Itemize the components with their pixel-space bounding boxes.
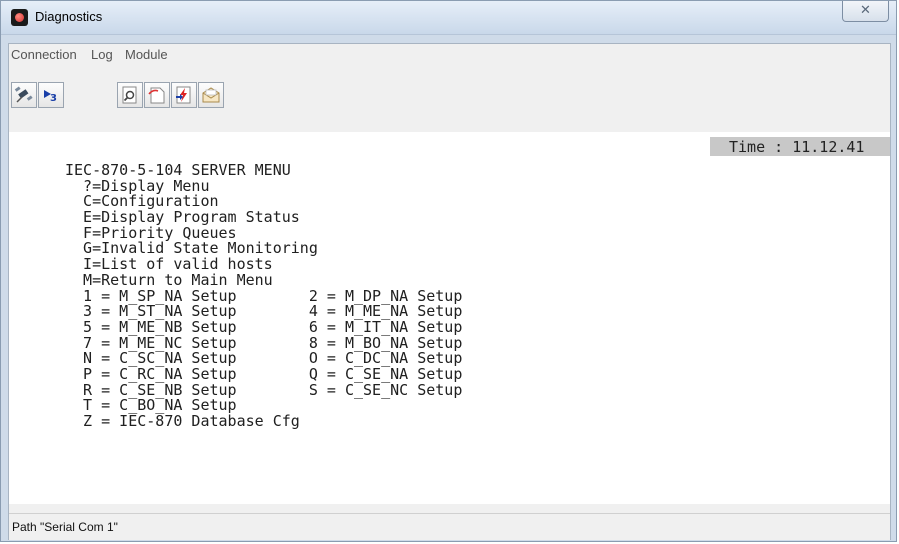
status-path: Path "Serial Com 1" (12, 520, 118, 534)
terminal-output[interactable]: Time : 11.12.41 IEC-870-5-104 SERVER MEN… (9, 132, 890, 504)
toolbar: 3 (9, 66, 890, 128)
dial-connect-icon: 3 (44, 90, 57, 104)
menu-log[interactable]: Log (91, 47, 113, 62)
title-bar[interactable]: Diagnostics ✕ (1, 1, 896, 35)
menu-bar: Connection Log Module (9, 44, 890, 67)
envelope-icon (202, 87, 220, 103)
diagnostics-window: Diagnostics ✕ Connection Log Module 3 Ti… (0, 0, 897, 542)
client-area: Connection Log Module 3 Time: 11.12.41 … (8, 43, 891, 540)
app-icon (11, 9, 28, 26)
window-title: Diagnostics (35, 9, 103, 24)
time-readout: Time : 11.12.41 (729, 138, 865, 156)
close-button[interactable]: ✕ (842, 1, 889, 22)
satellite-disconnect-icon (14, 86, 33, 103)
time-bar: Time : 11.12.41 (710, 137, 890, 156)
send-button[interactable] (171, 82, 197, 108)
open-page-icon (148, 87, 165, 104)
menu-module[interactable]: Module (125, 47, 168, 62)
connect-button[interactable]: 3 (38, 82, 64, 108)
disconnect-button[interactable] (11, 82, 37, 108)
mail-button[interactable] (198, 82, 224, 108)
magnify-view-icon (122, 86, 137, 104)
status-bar: Path "Serial Com 1" (9, 513, 890, 540)
menu-line: Z = IEC-870 Database Cfg (65, 412, 300, 430)
svg-text:3: 3 (50, 93, 57, 104)
server-menu: IEC-870-5-104 SERVER MENU ?=Display Menu… (65, 162, 462, 430)
menu-connection[interactable]: Connection (11, 47, 77, 62)
view-button[interactable] (117, 82, 143, 108)
open-button[interactable] (144, 82, 170, 108)
send-lightning-icon (176, 86, 191, 104)
